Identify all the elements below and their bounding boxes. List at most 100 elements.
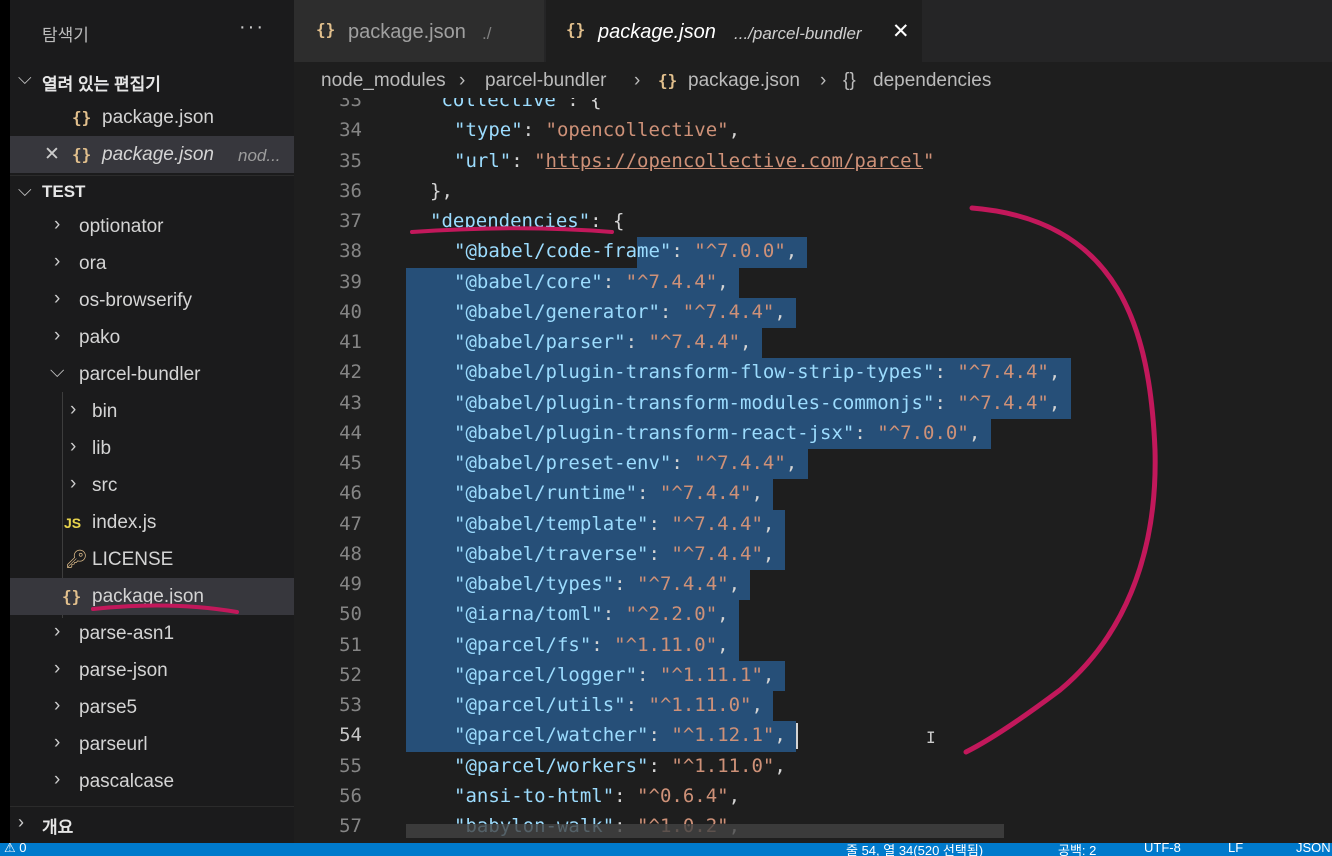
code-editor[interactable]: 33 "collective": {34 "type": "opencollecti… [294, 98, 1332, 843]
code-line: "@babel/runtime": "^7.4.4", [454, 482, 763, 505]
file-label: package.json [92, 586, 204, 607]
code-line: "dependencies": { [430, 210, 625, 232]
code-line: "@babel/plugin-transform-modules-commonj… [454, 391, 1061, 414]
tree-folder[interactable]: › ora [10, 245, 294, 282]
indentation[interactable]: 공백: 2 [1058, 843, 1096, 856]
tab-package-json-parcel-bundler[interactable]: {} package.json .../parcel-bundler ✕ [546, 0, 922, 62]
line-number: 45 [339, 452, 362, 474]
tree-folder[interactable]: › os-browserify [10, 282, 294, 319]
tree-folder[interactable]: › parse5 [10, 689, 294, 726]
line-number: 36 [339, 179, 362, 202]
tree-folder[interactable]: › optionator [10, 208, 294, 245]
language-mode[interactable]: JSON [1296, 843, 1331, 855]
code-line: "@babel/generator": "^7.4.4", [454, 300, 786, 323]
line-number: 54 [339, 724, 362, 747]
tab-path: ./ [482, 24, 492, 43]
outline-label: 개요 [42, 818, 74, 837]
chevron-down-icon: ⌵ [50, 361, 65, 382]
json-file-icon: {} [658, 71, 678, 90]
code-line: "@parcel/utils": "^1.11.0", [454, 694, 763, 716]
open-editor-filename: package.json [102, 144, 214, 165]
line-number: 52 [339, 663, 362, 686]
tree-folder[interactable]: › bin [10, 393, 294, 430]
open-editors-section-header[interactable]: ⌵ 열려 있는 편집기 [10, 64, 294, 96]
code-line: }, [430, 179, 453, 202]
line-number: 44 [339, 421, 362, 444]
code-line: "@babel/traverse": "^7.4.4", [454, 542, 775, 565]
code-line: "@babel/code-frame": "^7.0.0", [454, 240, 798, 263]
line-number: 38 [339, 240, 362, 263]
code-line: "@babel/preset-env": "^7.4.4", [454, 452, 798, 474]
chevron-right-icon: › [54, 251, 61, 272]
line-number: 49 [339, 573, 362, 595]
folder-label: bin [92, 401, 118, 422]
code-line: "@parcel/watcher": "^1.12.1", [454, 724, 786, 747]
project-section-header[interactable]: ⌵ TEST [10, 175, 294, 207]
line-number: 34 [339, 119, 362, 142]
tree-folder[interactable]: › pako [10, 319, 294, 356]
tree-folder[interactable]: › parse-asn1 [10, 615, 294, 652]
tab-package-json-root[interactable]: {} package.json ./ [294, 0, 544, 62]
breadcrumb-item[interactable]: parcel-bundler [485, 70, 606, 92]
json-file-icon: {} [316, 20, 336, 39]
chevron-down-icon: ⌵ [18, 68, 32, 88]
chevron-right-icon: › [54, 732, 61, 753]
open-editor-item[interactable]: {} package.json [10, 99, 294, 136]
code-line: "type": "opencollective", [454, 119, 741, 142]
chevron-right-icon: › [70, 473, 77, 494]
chevron-right-icon: › [54, 214, 61, 235]
close-tab-icon[interactable]: ✕ [892, 19, 910, 44]
line-number: 47 [339, 512, 362, 535]
tree-file[interactable]: 🔑︎ LICENSE [10, 541, 294, 578]
tab-title: package.json [598, 21, 716, 43]
line-number: 42 [339, 361, 362, 384]
chevron-right-icon: › [54, 288, 61, 309]
end-of-line[interactable]: LF [1228, 843, 1243, 855]
tree-folder[interactable]: › src [10, 467, 294, 504]
breadcrumb-item[interactable]: dependencies [873, 70, 991, 92]
folder-label: lib [92, 438, 112, 459]
folder-label: os-browserify [79, 290, 192, 311]
horizontal-scrollbar[interactable] [406, 824, 1004, 838]
editor-tab-bar: {} package.json ./ {} package.json .../p… [294, 0, 1332, 62]
json-file-icon: {} [62, 587, 82, 606]
open-editors-label: 열려 있는 편집기 [42, 75, 161, 94]
code-line: "@babel/template": "^7.4.4", [454, 512, 775, 535]
chevron-right-icon: › [54, 658, 61, 679]
line-number: 53 [339, 694, 362, 716]
explorer-header: 탐색기 ··· [10, 0, 294, 64]
tree-file[interactable]: JS index.js [10, 504, 294, 541]
breadcrumb-item[interactable]: node_modules [321, 70, 446, 92]
chevron-right-icon: › [54, 695, 61, 716]
tree-folder[interactable]: › parse-json [10, 652, 294, 689]
line-number: 41 [339, 331, 362, 353]
chevron-right-icon: › [54, 621, 61, 642]
code-line: "@babel/plugin-transform-react-jsx": "^7… [454, 421, 981, 444]
folder-label: pascalcase [79, 771, 175, 792]
file-label: LICENSE [92, 549, 174, 570]
tree-folder[interactable]: › pascalcase [10, 763, 294, 800]
open-editor-item-active[interactable]: ✕ {} package.json nod... [10, 136, 294, 173]
tree-folder-expanded[interactable]: ⌵ parcel-bundler [10, 356, 294, 393]
folder-label: parse-asn1 [79, 623, 175, 644]
tree-folder[interactable]: › parseurl [10, 726, 294, 763]
json-file-icon: {} [72, 108, 92, 127]
more-actions-icon[interactable]: ··· [239, 16, 265, 39]
problems-indicator[interactable]: ⚠ 0 [4, 843, 27, 856]
line-number: 33 [339, 98, 362, 111]
cursor-position[interactable]: 줄 54, 열 34(520 선택됨) [846, 843, 983, 856]
tree-file-selected[interactable]: {} package.json [10, 578, 294, 615]
line-number: 51 [339, 633, 362, 656]
tree-folder[interactable]: › lib [10, 430, 294, 467]
folder-label: parcel-bundler [79, 364, 201, 385]
encoding[interactable]: UTF-8 [1144, 843, 1181, 855]
outline-section-header[interactable]: › 개요 [10, 806, 294, 838]
chevron-right-icon: › [54, 769, 61, 790]
close-icon[interactable]: ✕ [44, 143, 60, 166]
text-cursor-icon: I [926, 728, 936, 747]
code-line: "@babel/plugin-transform-flow-strip-type… [454, 361, 1061, 384]
chevron-right-icon: › [70, 399, 77, 420]
line-number: 50 [339, 603, 362, 626]
chevron-right-icon: › [820, 70, 827, 91]
breadcrumb-item[interactable]: package.json [688, 70, 800, 92]
